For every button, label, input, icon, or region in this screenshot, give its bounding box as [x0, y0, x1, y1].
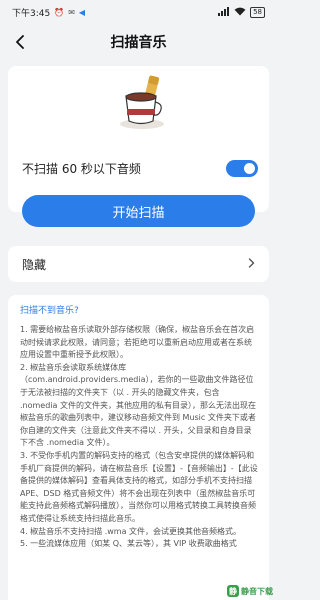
faq-body: 1. 需要给椒盐音乐读取外部存储权限（确保，椒盐音乐会在首次启动时候请求此权限，… [20, 324, 259, 551]
skip-short-audio-row: 不扫描 60 秒以下音频 [22, 157, 258, 179]
battery-indicator: 58 [250, 6, 265, 18]
watermark: 静 静音下载 [227, 585, 273, 597]
scan-card: 不扫描 60 秒以下音频 [8, 66, 269, 212]
nav-bar: 扫描音乐 [0, 24, 277, 60]
alarm-icon: ⏰ [54, 7, 65, 17]
status-bar: 下午3:45 ⏰ ✉ ◀ 58 [0, 0, 277, 24]
back-arrow-icon[interactable] [10, 32, 30, 52]
toggle-knob [244, 162, 255, 174]
faq-paragraph: 1. 需要给椒盐音乐读取外部存储权限（确保，椒盐音乐会在首次启动时候请求此权限，… [20, 325, 255, 360]
telegram-icon: ◀ [78, 7, 86, 17]
skip-short-audio-toggle[interactable] [226, 159, 258, 177]
page-title: 扫描音乐 [110, 35, 167, 51]
wifi-icon [234, 7, 246, 18]
faq-paragraph: 3. 不受你手机内置的解码支持的格式（包含安卓提供的媒体解码和手机厂商提供的解码… [20, 450, 258, 523]
chevron-right-icon [248, 257, 255, 272]
signal-icon [218, 6, 230, 18]
start-scan-button[interactable]: 开始扫描 [22, 195, 255, 227]
watermark-logo: 静 [227, 585, 239, 597]
watermark-text: 静音下载 [241, 586, 273, 596]
faq-card: 扫描不到音乐? 1. 需要给椒盐音乐读取外部存储权限（确保，椒盐音乐会在首次启动… [8, 295, 269, 600]
faq-paragraph: 2. 椒盐音乐会读取系统媒体库（com.android.providers.me… [20, 362, 256, 448]
email-icon: ✉ [68, 7, 75, 17]
hidden-label: 隐藏 [22, 257, 47, 272]
faq-paragraph: 5. 一些流媒体应用（如某 Q、某云等），其 VIP 收费歌曲格式 [20, 539, 237, 549]
hidden-row[interactable]: 隐藏 [8, 246, 269, 282]
status-time: 下午3:45 [12, 8, 51, 19]
faq-title: 扫描不到音乐? [20, 306, 79, 316]
coffee-cup-icon [116, 74, 168, 132]
skip-short-audio-label: 不扫描 60 秒以下音频 [22, 161, 141, 176]
faq-paragraph: 4. 椒盐音乐不支持扫描 .wma 文件，会试更换其他音频格式。 [20, 526, 242, 536]
